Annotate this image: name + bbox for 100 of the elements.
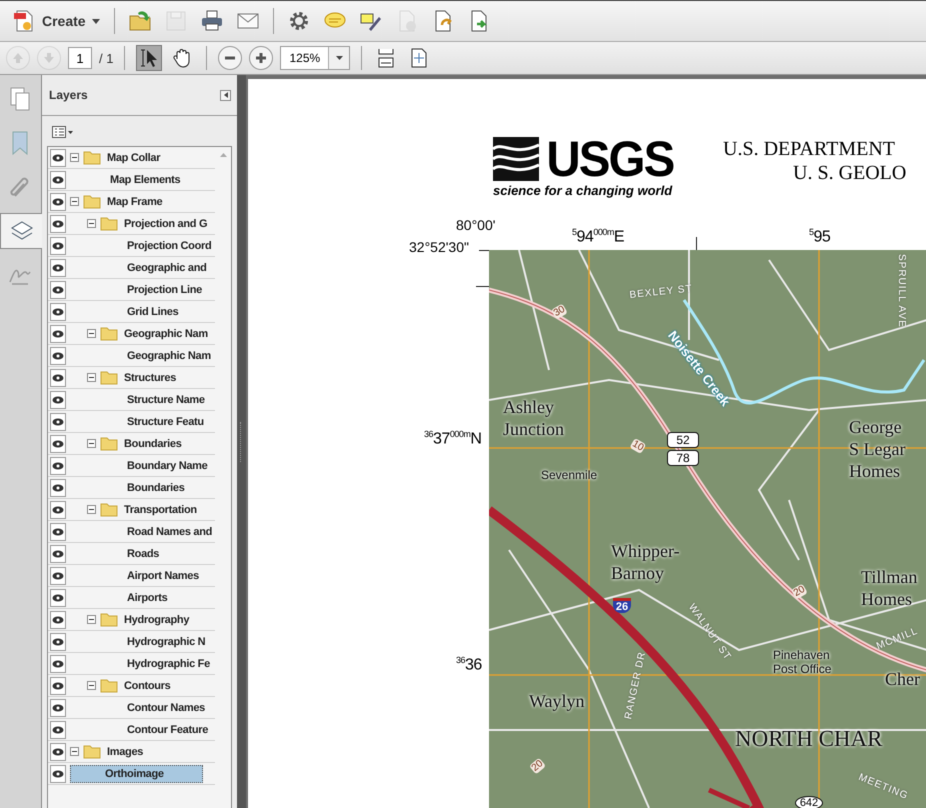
visibility-eye-icon[interactable] xyxy=(50,412,66,430)
zoom-dropdown[interactable]: 125% xyxy=(280,46,350,70)
layer-name[interactable]: Contour Feature xyxy=(125,722,210,738)
collapse-toggle-icon[interactable] xyxy=(70,197,79,206)
layer-name[interactable]: Geographic Nam xyxy=(125,348,213,364)
visibility-eye-icon[interactable] xyxy=(50,258,66,276)
visibility-eye-icon[interactable] xyxy=(50,544,66,562)
up-arrow-icon xyxy=(13,53,23,63)
collapse-toggle-icon[interactable] xyxy=(87,681,96,690)
layer-name[interactable]: Geographic Nam xyxy=(122,326,210,342)
layer-name[interactable]: Projection Coord xyxy=(125,238,214,254)
folder-icon xyxy=(100,502,118,517)
layer-name[interactable]: Structure Name xyxy=(125,392,207,408)
collapse-toggle-icon[interactable] xyxy=(87,219,96,228)
layer-name[interactable]: Boundaries xyxy=(122,436,184,452)
layer-name[interactable]: Boundaries xyxy=(125,480,187,496)
layer-name[interactable]: Grid Lines xyxy=(125,304,180,320)
visibility-eye-icon[interactable] xyxy=(50,610,66,628)
visibility-eye-icon[interactable] xyxy=(50,346,66,364)
layer-name[interactable]: Airports xyxy=(125,590,170,606)
layer-name[interactable]: Orthoimage xyxy=(70,764,203,782)
layer-name[interactable]: Map Collar xyxy=(105,150,162,166)
visibility-eye-icon[interactable] xyxy=(50,324,66,342)
layer-name[interactable]: Map Frame xyxy=(105,194,164,210)
collapse-panel-button[interactable] xyxy=(220,90,231,100)
visibility-eye-icon[interactable] xyxy=(50,566,66,584)
coordinate-label: 32°52'30" xyxy=(409,239,469,255)
layer-name[interactable]: Road Names and xyxy=(125,524,214,540)
visibility-eye-icon[interactable] xyxy=(50,280,66,298)
coordinate-label: $^{36}$37$^{000m}$N xyxy=(424,429,482,448)
visibility-eye-icon[interactable] xyxy=(50,214,66,232)
caret-icon xyxy=(224,92,228,98)
visibility-eye-icon[interactable] xyxy=(50,698,66,716)
folder-icon xyxy=(100,436,118,451)
collapse-toggle-icon[interactable] xyxy=(70,747,79,756)
layer-name[interactable]: Projection and G xyxy=(122,216,210,232)
visibility-eye-icon[interactable] xyxy=(50,500,66,518)
layer-name[interactable]: Geographic and xyxy=(125,260,209,276)
layer-name[interactable]: Hydrographic N xyxy=(125,634,208,650)
visibility-eye-icon[interactable] xyxy=(50,654,66,672)
header-text: U. S. GEOLO xyxy=(793,161,906,185)
collapse-toggle-icon[interactable] xyxy=(87,439,96,448)
select-cursor-icon[interactable] xyxy=(136,45,162,71)
page-number-field[interactable]: 1 xyxy=(68,47,92,69)
zoom-out-button[interactable] xyxy=(218,46,242,70)
visibility-eye-icon[interactable] xyxy=(50,236,66,254)
folder-icon xyxy=(83,744,101,759)
layer-name[interactable]: Transportation xyxy=(122,502,199,518)
layer-name[interactable]: Hydrographic Fe xyxy=(125,656,212,672)
visibility-eye-icon[interactable] xyxy=(50,456,66,474)
options-menu-icon[interactable] xyxy=(50,124,76,140)
visibility-eye-icon[interactable] xyxy=(50,434,66,452)
folder-icon xyxy=(100,612,118,627)
layer-name[interactable]: Structures xyxy=(122,370,178,386)
visibility-eye-icon[interactable] xyxy=(50,148,66,166)
folder-icon xyxy=(83,150,101,165)
plus-icon xyxy=(256,53,266,63)
coordinate-label: $^{5}$95 xyxy=(809,227,830,246)
layer-name[interactable]: Images xyxy=(105,744,146,760)
collapse-toggle-icon[interactable] xyxy=(87,505,96,514)
collapse-toggle-icon[interactable] xyxy=(87,329,96,338)
page-total: / 1 xyxy=(99,50,114,66)
usgs-logo: USGS science for a changing world xyxy=(493,137,674,198)
layer-name[interactable]: Structure Featu xyxy=(125,414,206,430)
layer-name[interactable]: Contour Names xyxy=(125,700,207,716)
visibility-eye-icon[interactable] xyxy=(50,720,66,738)
visibility-eye-icon[interactable] xyxy=(50,192,66,210)
layer-name[interactable]: Airport Names xyxy=(125,568,201,584)
collapse-toggle-icon[interactable] xyxy=(70,153,79,162)
place-label: Whipper-Barnoy xyxy=(611,540,677,584)
collapse-toggle-icon[interactable] xyxy=(87,615,96,624)
visibility-eye-icon[interactable] xyxy=(50,170,66,188)
layers-icon[interactable] xyxy=(0,213,42,249)
place-label: Tillman Homes xyxy=(861,566,918,610)
minus-icon xyxy=(225,56,236,60)
collapse-toggle-icon[interactable] xyxy=(87,373,96,382)
layer-name[interactable]: Map Elements xyxy=(108,172,182,188)
visibility-eye-icon[interactable] xyxy=(50,764,66,782)
header-text: U.S. DEPARTMENT xyxy=(723,137,895,161)
visibility-eye-icon[interactable] xyxy=(50,478,66,496)
layer-name[interactable]: Contours xyxy=(122,678,172,694)
folder-icon xyxy=(100,326,118,341)
visibility-eye-icon[interactable] xyxy=(50,522,66,540)
layer-name[interactable]: Hydrography xyxy=(122,612,192,628)
visibility-eye-icon[interactable] xyxy=(50,588,66,606)
visibility-eye-icon[interactable] xyxy=(50,632,66,650)
caret-icon xyxy=(92,18,100,24)
layer-name[interactable]: Boundary Name xyxy=(125,458,210,474)
place-label: Waylyn xyxy=(529,690,586,712)
layer-name[interactable]: Projection Line xyxy=(125,282,204,298)
down-arrow-icon xyxy=(44,53,54,63)
create-button[interactable]: Create xyxy=(8,6,104,36)
city-label: NORTH CHAR xyxy=(735,726,882,752)
visibility-eye-icon[interactable] xyxy=(50,676,66,694)
layer-name[interactable]: Roads xyxy=(125,546,162,562)
visibility-eye-icon[interactable] xyxy=(50,368,66,386)
visibility-eye-icon[interactable] xyxy=(50,302,66,320)
visibility-eye-icon[interactable] xyxy=(50,390,66,408)
zoom-in-button[interactable] xyxy=(249,46,274,70)
visibility-eye-icon[interactable] xyxy=(50,742,66,760)
